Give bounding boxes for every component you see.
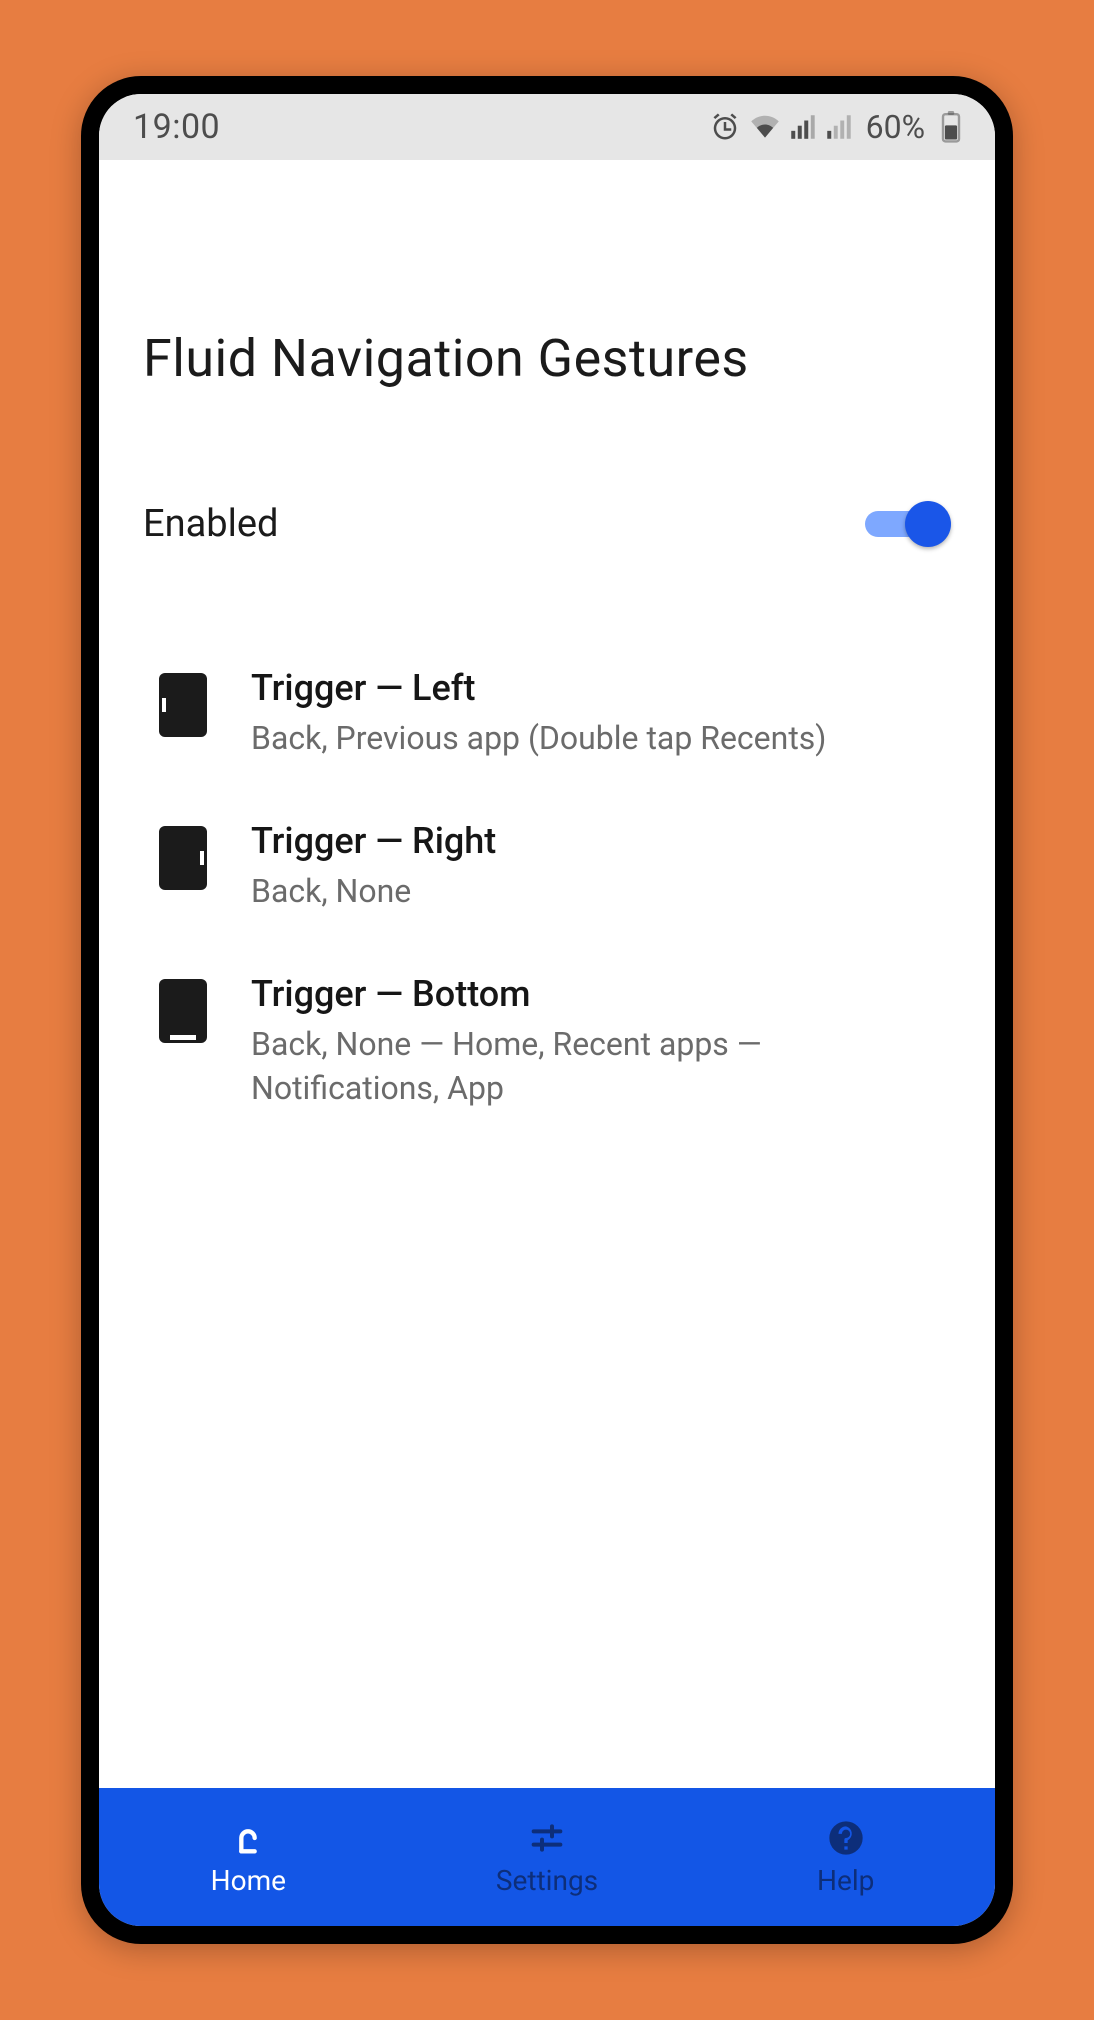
phone-screen: 19:00 60% Fluid Navigation Gestures Enab… — [99, 94, 995, 1926]
battery-percentage: 60% — [866, 108, 925, 146]
home-icon — [228, 1818, 268, 1858]
trigger-subtitle: Back, None — [251, 870, 935, 913]
trigger-bottom-icon — [159, 979, 207, 1043]
page-title: Fluid Navigation Gestures — [143, 328, 951, 389]
alarm-icon — [710, 112, 740, 142]
settings-sliders-icon — [527, 1818, 567, 1858]
nav-label: Help — [817, 1864, 874, 1897]
status-icons: 60% — [710, 108, 961, 146]
trigger-title: Trigger — Bottom — [251, 973, 935, 1015]
main-content: Fluid Navigation Gestures Enabled Trigge… — [99, 160, 995, 1788]
nav-label: Home — [211, 1864, 286, 1897]
signal-icon — [790, 114, 816, 140]
phone-frame: 19:00 60% Fluid Navigation Gestures Enab… — [81, 76, 1013, 1944]
signal-secondary-icon — [826, 114, 852, 140]
enabled-switch[interactable] — [865, 501, 951, 547]
trigger-bottom-item[interactable]: Trigger — Bottom Back, None — Home, Rece… — [143, 943, 951, 1139]
help-icon — [826, 1818, 866, 1858]
trigger-right-item[interactable]: Trigger — Right Back, None — [143, 790, 951, 943]
status-time: 19:00 — [133, 107, 220, 147]
status-bar: 19:00 60% — [99, 94, 995, 160]
enabled-label: Enabled — [143, 502, 278, 546]
trigger-title: Trigger — Left — [251, 667, 935, 709]
nav-home[interactable]: Home — [99, 1788, 398, 1926]
trigger-title: Trigger — Right — [251, 820, 935, 862]
trigger-left-item[interactable]: Trigger — Left Back, Previous app (Doubl… — [143, 637, 951, 790]
enabled-row[interactable]: Enabled — [143, 501, 951, 547]
trigger-list: Trigger — Left Back, Previous app (Doubl… — [143, 637, 951, 1140]
bottom-nav: Home Settings Help — [99, 1788, 995, 1926]
nav-settings[interactable]: Settings — [398, 1788, 697, 1926]
battery-icon — [941, 111, 961, 143]
trigger-subtitle: Back, Previous app (Double tap Recents) — [251, 717, 935, 760]
trigger-subtitle: Back, None — Home, Recent apps — Notific… — [251, 1023, 935, 1109]
trigger-left-icon — [159, 673, 207, 737]
wifi-icon — [750, 114, 780, 140]
trigger-right-icon — [159, 826, 207, 890]
nav-label: Settings — [496, 1864, 598, 1897]
nav-help[interactable]: Help — [696, 1788, 995, 1926]
